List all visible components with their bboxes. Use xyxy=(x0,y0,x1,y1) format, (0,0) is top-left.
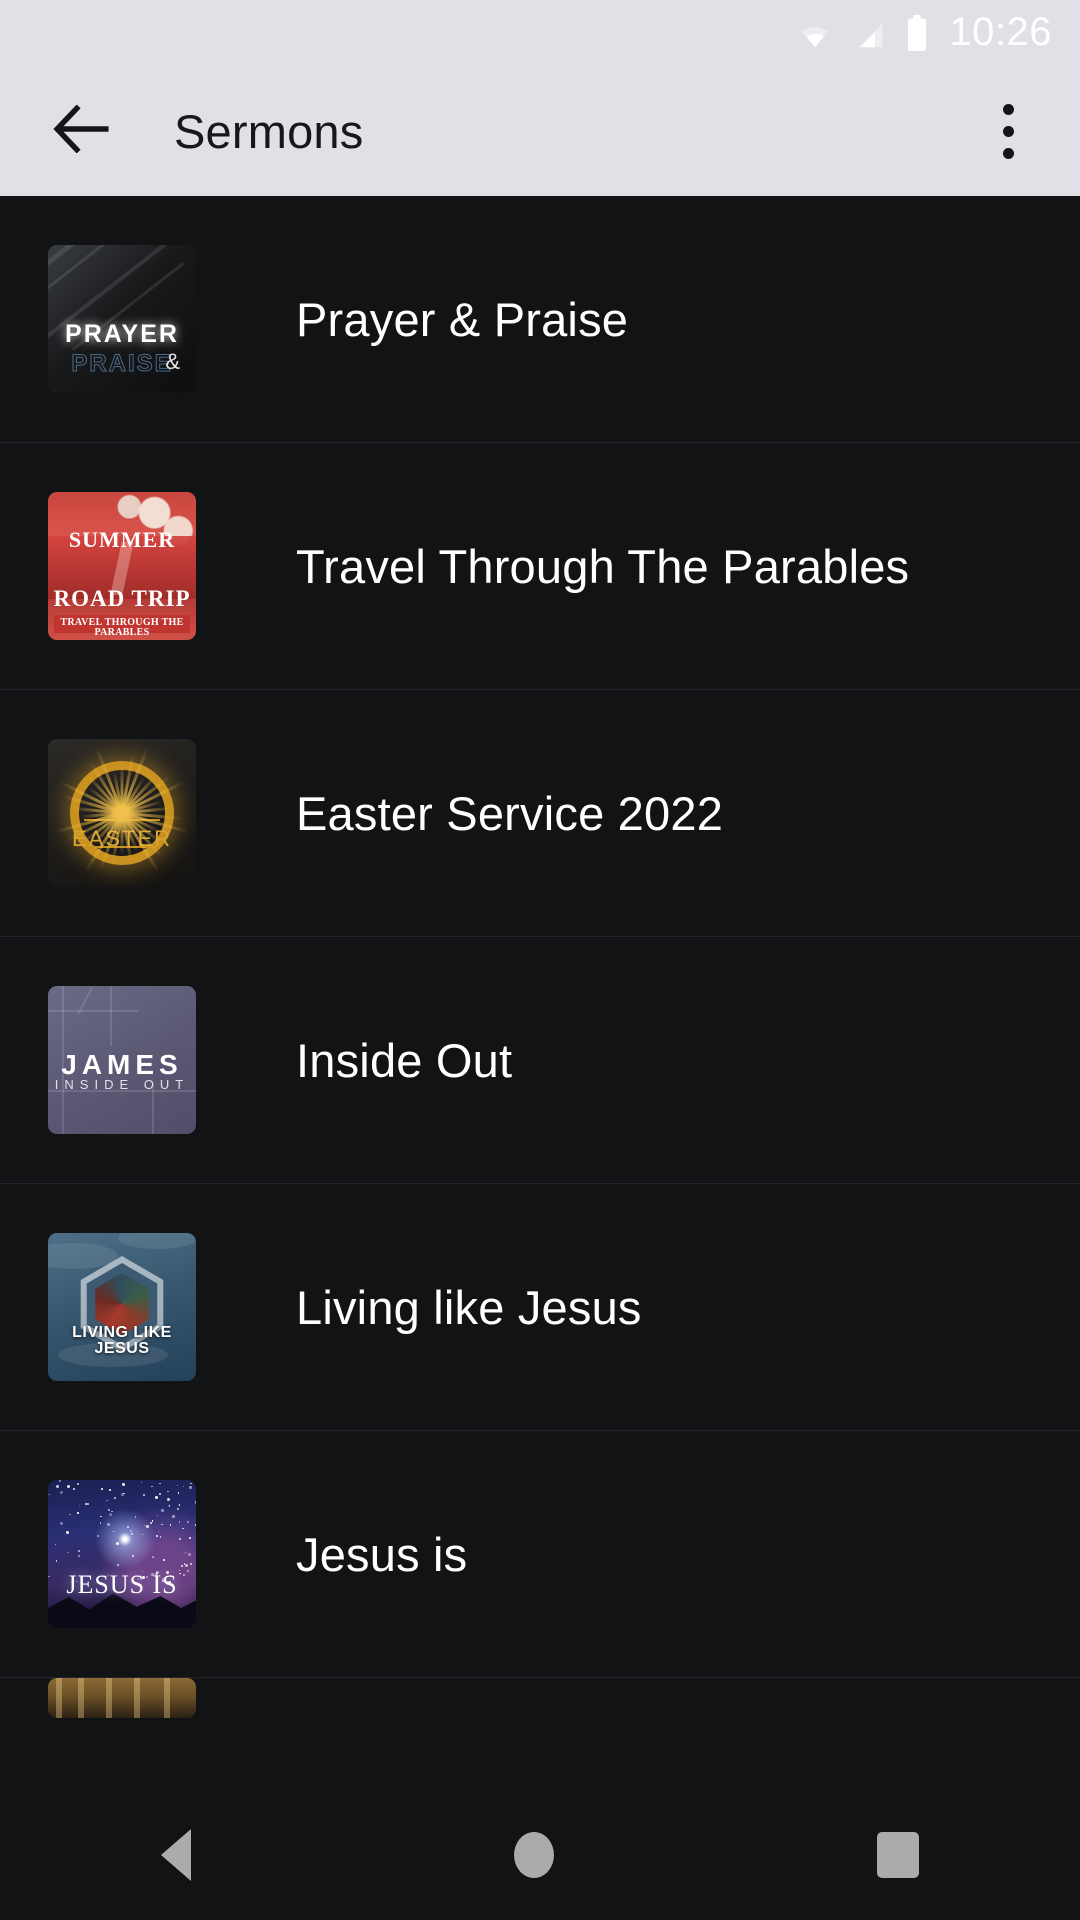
wifi-icon xyxy=(795,21,835,51)
cellular-signal-icon xyxy=(851,21,889,51)
prayer-praise-artwork: PRAYER PRAISE & xyxy=(48,245,196,393)
android-navigation-bar xyxy=(0,1790,1080,1920)
list-item[interactable]: EASTER Easter Service 2022 xyxy=(0,690,1080,937)
artwork-text: SUMMER xyxy=(68,527,176,552)
list-item[interactable]: LIVING LIKE JESUS Living like Jesus xyxy=(0,1184,1080,1431)
easter-artwork: EASTER xyxy=(48,739,196,887)
list-item[interactable]: SUMMER ROAD TRIP TRAVEL THROUGH THE PARA… xyxy=(0,443,1080,690)
arrow-back-icon xyxy=(53,103,115,158)
battery-icon xyxy=(905,15,929,52)
artwork-text: INSIDE OUT xyxy=(54,1076,190,1092)
artwork-text: & xyxy=(165,348,180,374)
artwork-text: PRAYER xyxy=(65,319,179,348)
app-screen: 10:26 Sermons PRAYER PRAISE & Prayer & P… xyxy=(0,0,1080,1920)
more-vert-icon xyxy=(1002,103,1014,115)
jesus-is-artwork: JESUS IS xyxy=(48,1480,196,1628)
list-item-title: Inside Out xyxy=(296,1033,513,1087)
back-triangle-icon[interactable] xyxy=(161,1829,192,1881)
list-item-title: Travel Through The Parables xyxy=(296,539,910,593)
sermon-series-list[interactable]: PRAYER PRAISE & Prayer & Praise SUMMER R… xyxy=(0,196,1080,1798)
next-series-artwork xyxy=(48,1678,196,1718)
overflow-menu-button[interactable] xyxy=(980,88,1036,174)
living-like-jesus-artwork: LIVING LIKE JESUS xyxy=(48,1233,196,1381)
list-item-title: Prayer & Praise xyxy=(296,292,629,346)
list-item[interactable]: PRAYER PRAISE & Prayer & Praise xyxy=(0,196,1080,443)
artwork-text: ROAD TRIP xyxy=(53,585,191,611)
artwork-text: JAMES xyxy=(61,1049,183,1081)
status-icons xyxy=(795,15,929,52)
more-vert-icon xyxy=(1002,147,1014,159)
more-vert-icon xyxy=(1002,125,1014,137)
home-circle-icon[interactable] xyxy=(513,1832,554,1878)
james-inside-out-artwork: JAMES INSIDE OUT xyxy=(48,986,196,1134)
status-bar-clock: 10:26 xyxy=(949,10,1052,54)
list-item-title: Jesus is xyxy=(296,1527,468,1581)
app-bar: Sermons xyxy=(0,66,1080,196)
list-item[interactable]: JESUS IS Jesus is xyxy=(0,1431,1080,1678)
list-item[interactable]: JAMES INSIDE OUT Inside Out xyxy=(0,937,1080,1184)
back-button[interactable] xyxy=(36,83,132,179)
list-item[interactable] xyxy=(0,1678,1080,1798)
list-item-title: Living like Jesus xyxy=(296,1280,642,1334)
status-bar: 10:26 xyxy=(0,0,1080,66)
artwork-text: LIVING LIKE JESUS xyxy=(72,1323,172,1357)
artwork-text: JESUS IS xyxy=(66,1569,178,1599)
list-item-title: Easter Service 2022 xyxy=(296,786,724,840)
recents-square-icon[interactable] xyxy=(876,1832,919,1878)
page-title: Sermons xyxy=(174,104,364,158)
summer-road-trip-artwork: SUMMER ROAD TRIP TRAVEL THROUGH THE PARA… xyxy=(48,492,196,640)
artwork-text: TRAVEL THROUGH THE PARABLES xyxy=(60,616,184,638)
